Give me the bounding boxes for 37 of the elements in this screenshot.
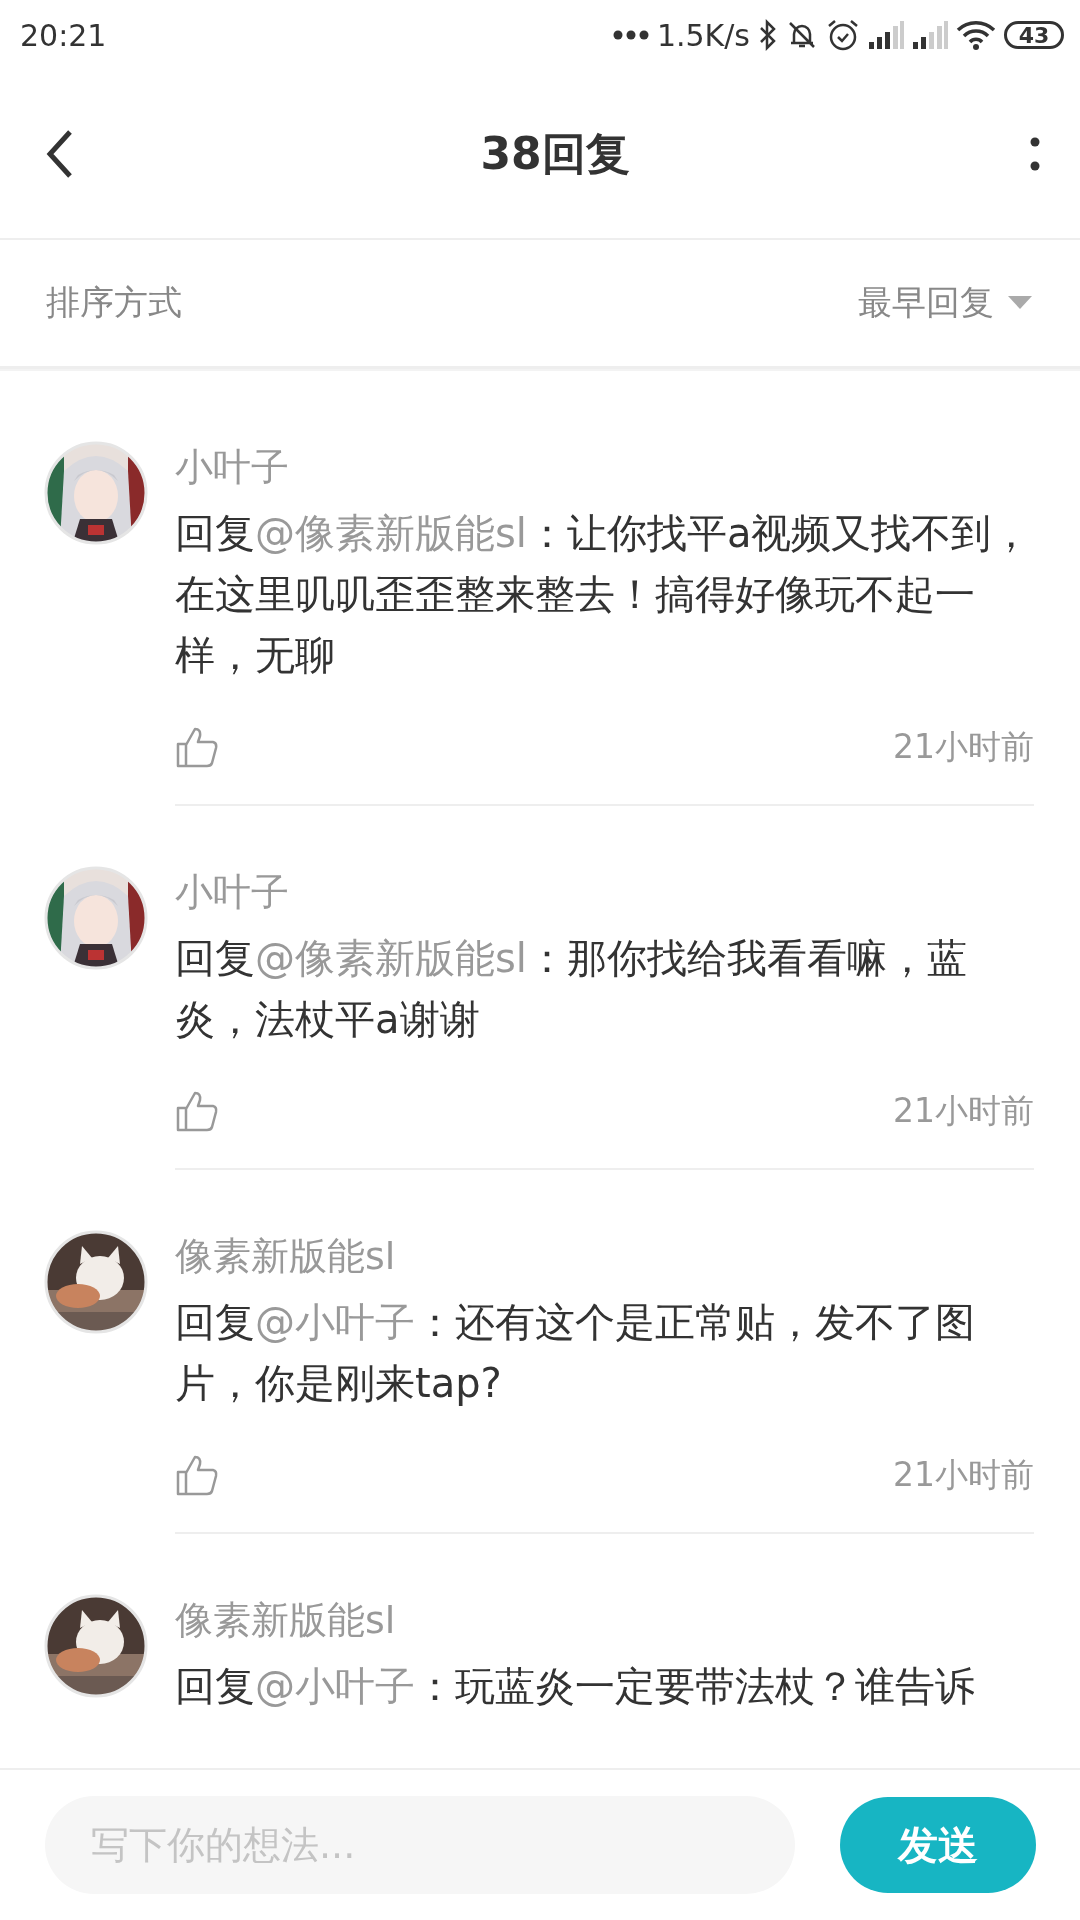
- mention-link[interactable]: @小叶子: [255, 1663, 415, 1709]
- thumbs-up-icon: [175, 1454, 219, 1496]
- signal-icon: [912, 20, 948, 50]
- wifi-icon: [956, 19, 996, 51]
- sort-label: 排序方式: [46, 281, 182, 324]
- more-icon: [612, 29, 649, 41]
- user-name[interactable]: 像素新版能sl: [175, 1230, 1034, 1282]
- comment-time: 21小时前: [893, 725, 1034, 768]
- comment-text: 回复@小叶子：玩蓝炎一定要带法杖？谁告诉: [175, 1662, 976, 1711]
- sort-dropdown[interactable]: 最早回复: [858, 280, 1032, 326]
- comment-time: 21小时前: [893, 1453, 1034, 1496]
- like-button[interactable]: [175, 1454, 219, 1496]
- mention-link[interactable]: @像素新版能sl: [255, 935, 527, 981]
- mention-link[interactable]: @像素新版能sl: [255, 510, 527, 556]
- caret-icon: [1008, 296, 1032, 310]
- more-button[interactable]: [1030, 137, 1040, 171]
- like-button[interactable]: [175, 1090, 219, 1132]
- battery-level: 43: [1004, 21, 1064, 49]
- signal-icon: [868, 20, 904, 50]
- alarm-icon: [826, 18, 860, 52]
- user-name[interactable]: 小叶子: [175, 866, 1034, 918]
- more-icon: [1030, 137, 1040, 171]
- network-speed: 1.5K/s: [656, 17, 750, 53]
- send-button[interactable]: 发送: [840, 1797, 1036, 1893]
- comment-time: 21小时前: [893, 1089, 1034, 1132]
- thumbs-up-icon: [175, 726, 219, 768]
- thumbs-up-icon: [175, 1090, 219, 1132]
- comment-text: 回复@像素新版能sl：那你找给我看看嘛，蓝炎，法杖平a谢谢: [175, 934, 968, 1044]
- page-title: 38回复: [479, 126, 631, 181]
- mention-link[interactable]: @小叶子: [255, 1299, 415, 1345]
- comment-text: 回复@像素新版能sl：让你找平a视频又找不到，在这里叽叽歪歪整来整去！搞得好像玩不起一样，无聊: [175, 509, 1033, 680]
- bluetooth-icon: [758, 19, 778, 51]
- comment-text: 回复@小叶子：还有这个是正常贴，发不了图片，你是刚来tap?: [175, 1298, 976, 1408]
- clock-time: 20:21: [20, 17, 107, 53]
- like-button[interactable]: [175, 726, 219, 768]
- user-name[interactable]: 小叶子: [175, 441, 1034, 493]
- user-name[interactable]: 像素新版能sl: [175, 1594, 1034, 1646]
